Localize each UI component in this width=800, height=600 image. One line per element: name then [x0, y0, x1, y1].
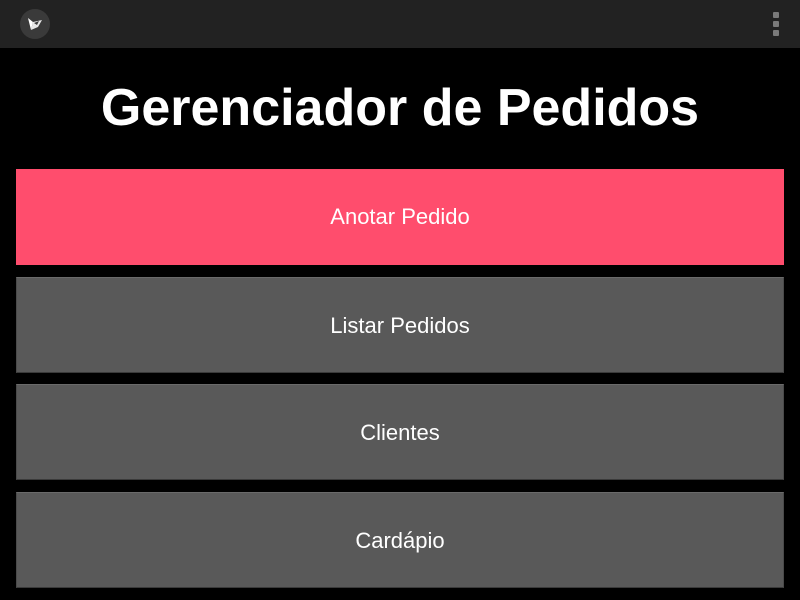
app-bar	[0, 0, 800, 48]
menu-dot	[773, 12, 779, 18]
menu-dot	[773, 30, 779, 36]
cardapio-button[interactable]: Cardápio	[16, 492, 784, 588]
clientes-button[interactable]: Clientes	[16, 384, 784, 480]
overflow-menu-icon[interactable]	[766, 12, 786, 38]
listar-pedidos-button[interactable]: Listar Pedidos	[16, 277, 784, 373]
page-title: Gerenciador de Pedidos	[100, 79, 700, 137]
kivy-logo-icon[interactable]	[20, 9, 50, 39]
menu-dot	[773, 21, 779, 27]
anotar-pedido-button[interactable]: Anotar Pedido	[16, 169, 784, 265]
